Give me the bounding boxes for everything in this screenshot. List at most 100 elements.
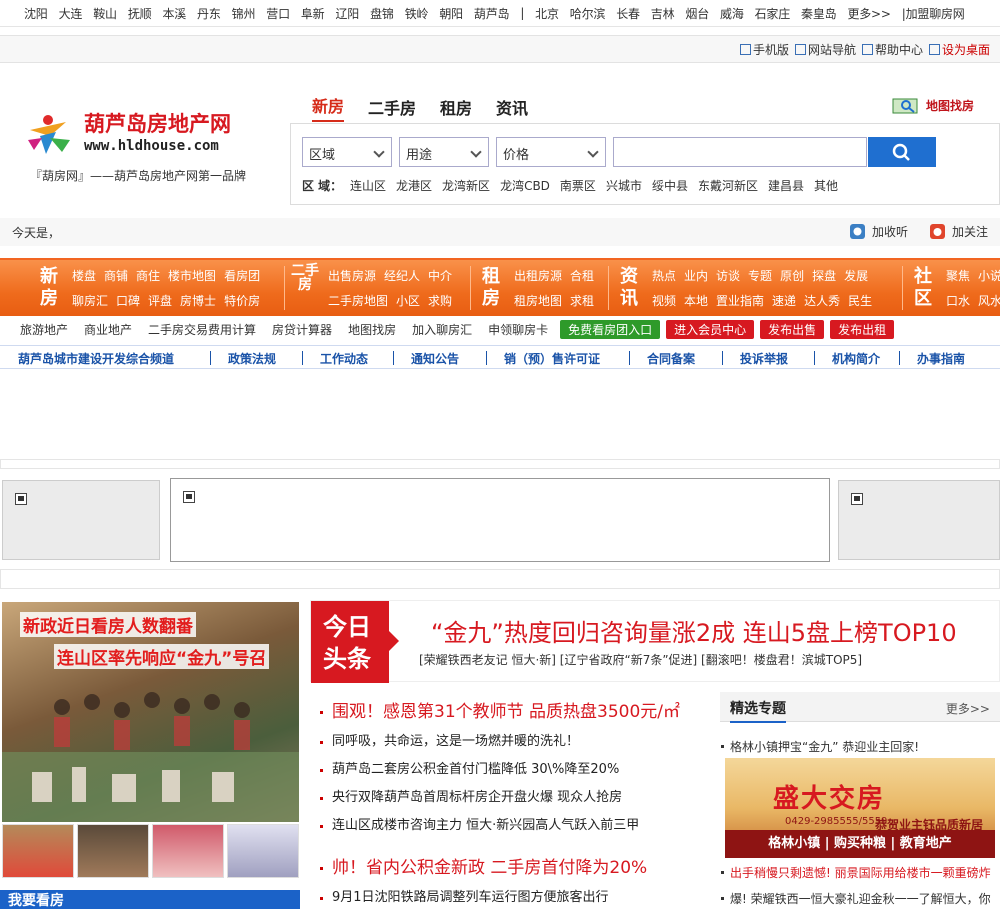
city-link[interactable]: 铁岭 [405,5,429,22]
news-item[interactable]: 连山区成楼市咨询主力 恒大·新兴园高人气跃入前三甲 [318,812,708,840]
nav-link[interactable]: 出售房源 [328,269,376,283]
nav-block-title[interactable]: 社区 [908,266,938,310]
nav-link[interactable]: 商铺 [104,269,128,283]
topic-link-3[interactable]: 爆! 荣耀铁西一恒大豪礼迎金秋一一了解恒大，你 [720,890,991,907]
news-item[interactable]: 同呼吸，共命运，这是一场燃并暖的洗礼！ [318,728,708,756]
city-link[interactable]: 吉林 [651,5,675,22]
nav-link[interactable]: 民生 [848,294,872,308]
thumbnail-4[interactable] [227,824,299,878]
channel-link[interactable]: 办事指南 [917,350,965,367]
nav-link[interactable]: 特价房 [224,294,260,308]
news-item[interactable]: 葫芦岛二套房公积金首付门槛降低 30\%降至20% [318,756,708,784]
search-input[interactable] [613,137,867,167]
help-center-link[interactable]: 帮助中心 [861,41,923,58]
thumbnail-3[interactable] [152,824,224,878]
district-link[interactable]: 龙湾CBD [500,179,550,193]
city-link[interactable]: 长春 [616,5,640,22]
city-link[interactable]: 北京 [535,5,559,22]
ad-slot-center[interactable] [170,478,830,562]
city-link[interactable]: 沈阳 [24,5,48,22]
nav-link[interactable]: 小说 [978,269,1000,283]
channel-link[interactable]: 葫芦岛城市建设开发综合频道 [18,350,174,367]
nav-link[interactable]: 探盘 [812,269,836,283]
set-home-link[interactable]: 设为桌面 [928,41,990,58]
city-link[interactable]: 秦皇岛 [801,5,837,22]
sub-nav-link[interactable]: 商业地产 [84,321,132,338]
feature-photo[interactable]: 新政近日看房人数翻番 连山区率先响应“金九”号召 [2,602,299,822]
ad-slot-left[interactable] [2,480,160,560]
channel-link[interactable]: 投诉举报 [740,350,788,367]
follow-link[interactable]: 加关注 [930,223,988,240]
usage-select[interactable]: 用途 [399,137,489,167]
nav-link[interactable]: 经纪人 [384,269,420,283]
nav-link[interactable]: 看房团 [224,269,260,283]
district-link[interactable]: 建昌县 [768,179,804,193]
channel-link[interactable]: 合同备案 [647,350,695,367]
nav-link[interactable]: 小区 [396,294,420,308]
price-select[interactable]: 价格 [496,137,606,167]
nav-link[interactable]: 置业指南 [716,294,764,308]
nav-link[interactable]: 专题 [748,269,772,283]
city-link[interactable]: 大连 [59,5,83,22]
thumbnail-2[interactable] [77,824,149,878]
city-link[interactable]: 辽阳 [335,5,359,22]
city-link[interactable]: 抚顺 [128,5,152,22]
channel-link[interactable]: 工作动态 [320,350,368,367]
nav-block-title[interactable]: 新房 [34,266,64,310]
city-link[interactable]: 威海 [720,5,744,22]
nav-block-title[interactable]: 二手房 [290,264,320,292]
city-link[interactable]: 本溪 [162,5,186,22]
district-link[interactable]: 绥中县 [652,179,688,193]
nav-link[interactable]: 风水 [978,294,1000,308]
news-item[interactable]: 帅！省内公积金新政 二手房首付降为20% [318,852,708,884]
district-link[interactable]: 兴城市 [606,179,642,193]
sub-nav-link[interactable]: 旅游地产 [20,321,68,338]
city-link[interactable]: 丹东 [197,5,221,22]
city-link[interactable]: 盘锦 [370,5,394,22]
nav-link[interactable]: 楼市地图 [168,269,216,283]
nav-link[interactable]: 速递 [772,294,796,308]
sub-nav-button[interactable]: 发布出售 [760,319,825,339]
city-link[interactable]: 营口 [266,5,290,22]
tour-banner[interactable]: 我要看房 [0,890,300,909]
nav-link[interactable]: 二手房地图 [328,294,388,308]
sub-nav-link[interactable]: 房贷计算器 [272,321,332,338]
district-link[interactable]: 其他 [814,179,838,193]
listen-link[interactable]: 加收听 [850,223,908,240]
sub-nav-button[interactable]: 进入会员中心 [666,319,755,339]
nav-link[interactable]: 中介 [428,269,452,283]
city-link[interactable]: 鞍山 [93,5,117,22]
nav-link[interactable]: 租房地图 [514,294,562,308]
nav-link[interactable]: 热点 [652,269,676,283]
thumbnail-1[interactable] [2,824,74,878]
district-link[interactable]: 南票区 [560,179,596,193]
district-link[interactable]: 连山区 [350,179,386,193]
sub-nav-link[interactable]: 申领聊房卡 [488,321,548,338]
nav-link[interactable]: 视频 [652,294,676,308]
nav-link[interactable]: 评盘 [148,294,172,308]
topic-link-2[interactable]: 出手稍慢只剩遗憾! 丽景国际用给楼市一颗重磅炸 [720,864,991,881]
nav-link[interactable]: 口碑 [116,294,140,308]
nav-block-title[interactable]: 资讯 [614,266,644,310]
site-nav-link[interactable]: 网站导航 [794,41,856,58]
city-link[interactable]: 葫芦岛 [474,5,510,22]
nav-link[interactable]: 原创 [780,269,804,283]
nav-link[interactable]: 楼盘 [72,269,96,283]
headline-title[interactable]: “金九”热度回归咨询量涨2成 连山5盘上榜TOP10 [431,613,957,648]
mobile-link[interactable]: 手机版 [739,41,789,58]
city-link[interactable]: 阜新 [301,5,325,22]
nav-link[interactable]: 本地 [684,294,708,308]
nav-link[interactable]: 求租 [570,294,594,308]
tab-new-house[interactable]: 新房 [312,93,345,122]
map-search-link[interactable]: 地图找房 [892,96,974,114]
nav-link[interactable]: 发展 [844,269,868,283]
nav-link[interactable]: 聊房汇 [72,294,108,308]
news-item[interactable]: 9月1日沈阳铁路局调整列车运行图方便旅客出行 [318,884,708,912]
city-link[interactable]: 朝阳 [439,5,463,22]
nav-link[interactable]: 求购 [428,294,452,308]
tab-rent[interactable]: 租房 [440,95,472,119]
city-link[interactable]: 烟台 [685,5,709,22]
nav-link[interactable]: 房博士 [180,294,216,308]
sub-nav-button[interactable]: 免费看房团入口 [560,319,661,339]
tab-news[interactable]: 资讯 [496,95,528,119]
